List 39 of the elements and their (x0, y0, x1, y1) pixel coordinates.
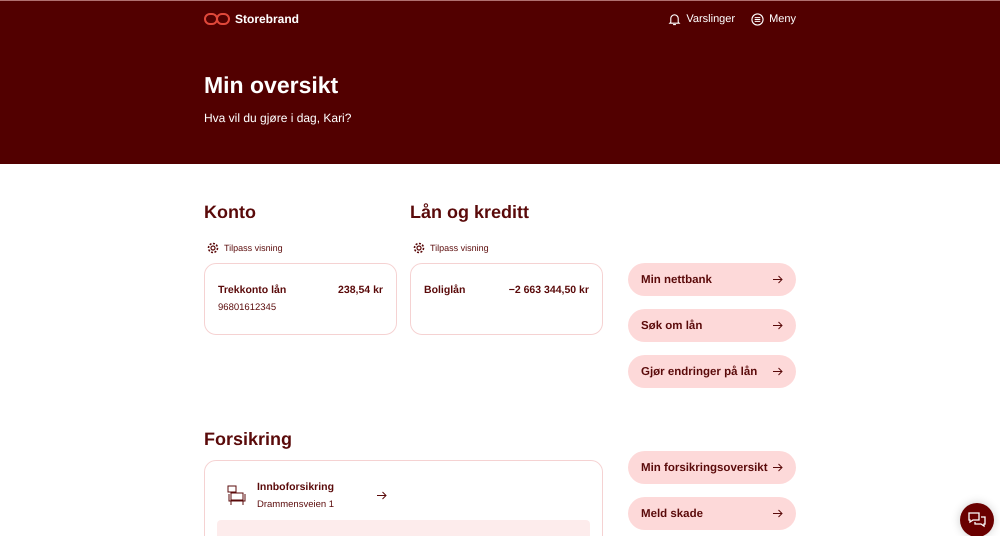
arrow-right-icon (773, 275, 783, 284)
account-name: Boliglån (424, 284, 466, 296)
insurance-name: Innboforsikring (257, 481, 334, 493)
nav-link[interactable]: Varslinger (668, 12, 736, 26)
account-amount: 238,54 kr (338, 284, 383, 296)
customize-link[interactable]: Tilpass visning (413, 241, 603, 255)
gear-icon (207, 242, 219, 254)
account-number: 96801612345 (218, 302, 278, 313)
insurance-item[interactable]: Innboforsikring Drammensveien 1 (217, 481, 387, 510)
insurance-address: Drammensveien 1 (257, 499, 334, 510)
arrow-right-icon (773, 321, 783, 330)
action-button[interactable]: Min forsikringsoversikt (628, 451, 796, 484)
action-button[interactable]: Min nettbank (628, 263, 796, 296)
bell-icon (668, 12, 682, 26)
greeting-text: Hva vil du gjøre i dag, Kari? (204, 111, 352, 125)
arrow-right-icon (773, 367, 783, 376)
account-card[interactable]: Boliglån −2 663 344,50 kr (410, 263, 603, 335)
chat-button[interactable] (960, 503, 994, 536)
section-heading: Lån og kreditt (410, 201, 530, 223)
chat-icon (967, 511, 987, 529)
action-button[interactable]: Meld skade (628, 497, 796, 530)
arrow-right-icon (377, 491, 387, 500)
account-name: Trekkonto lån (218, 284, 286, 296)
nav-link[interactable]: Meny (751, 12, 796, 26)
menu-icon (751, 12, 764, 26)
section-heading: Konto (204, 201, 257, 223)
gear-icon (413, 242, 425, 254)
section-heading: Forsikring (204, 428, 294, 450)
account-amount: −2 663 344,50 kr (508, 284, 589, 296)
arrow-right-icon (773, 509, 783, 518)
arrow-right-icon (773, 463, 783, 472)
account-card[interactable]: Trekkonto lån 238,54 kr 96801612345 (204, 263, 397, 335)
page-title: Min oversikt (204, 71, 340, 99)
customize-link[interactable]: Tilpass visning (207, 241, 397, 255)
logo-icon (204, 13, 230, 25)
armchair-icon (227, 484, 247, 506)
action-button[interactable]: Søk om lån (628, 309, 796, 342)
brand-name[interactable]: Storebrand (235, 12, 300, 26)
action-button[interactable]: Gjør endringer på lån (628, 355, 796, 388)
